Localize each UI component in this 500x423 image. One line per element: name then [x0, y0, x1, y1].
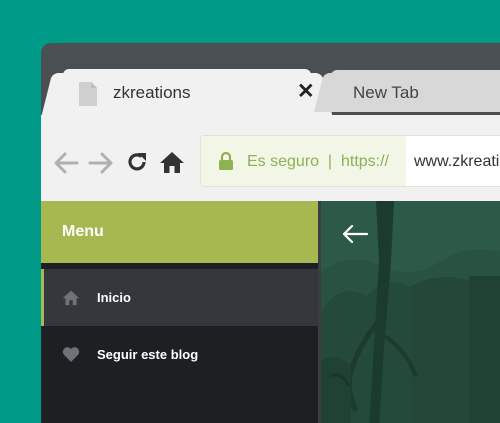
hero-image	[321, 201, 500, 423]
browser-toolbar: Es seguro | https:// www.zkreations.com	[41, 115, 500, 201]
arrow-right-icon[interactable]	[88, 152, 114, 174]
reload-icon[interactable]	[126, 151, 148, 173]
tab-title: New Tab	[353, 83, 419, 102]
sidebar-item-seguir-blog[interactable]: Seguir este blog	[41, 326, 318, 383]
url-text[interactable]: www.zkreations.com	[414, 153, 500, 171]
sidebar-menu: Menu Inicio Seguir este blog	[41, 201, 318, 423]
home-icon	[62, 290, 80, 306]
sidebar-item-label: Seguir este blog	[97, 347, 199, 362]
tab-zkreations[interactable]: zkreations ✕	[63, 69, 315, 115]
tab-new-tab[interactable]: New Tab	[331, 70, 500, 112]
security-text: Es seguro | https://	[247, 153, 389, 170]
lock-icon	[219, 152, 233, 170]
menu-title: Menu	[62, 223, 104, 240]
tab-title: zkreations	[113, 83, 191, 102]
arrow-left-icon[interactable]	[53, 152, 79, 174]
file-icon	[79, 82, 97, 106]
browser-window: zkreations ✕ New Tab Es seguro | https:/…	[41, 43, 500, 423]
security-indicator[interactable]: Es seguro | https://	[201, 136, 406, 186]
menu-header: Menu	[41, 201, 318, 263]
home-icon[interactable]	[159, 150, 185, 174]
sidebar-item-label: Inicio	[97, 290, 131, 305]
address-bar[interactable]: Es seguro | https:// www.zkreations.com	[200, 135, 500, 187]
arrow-left-icon[interactable]	[341, 224, 369, 244]
sidebar-item-inicio[interactable]: Inicio	[41, 269, 318, 326]
close-icon[interactable]: ✕	[297, 79, 315, 104]
heart-icon	[62, 347, 80, 362]
